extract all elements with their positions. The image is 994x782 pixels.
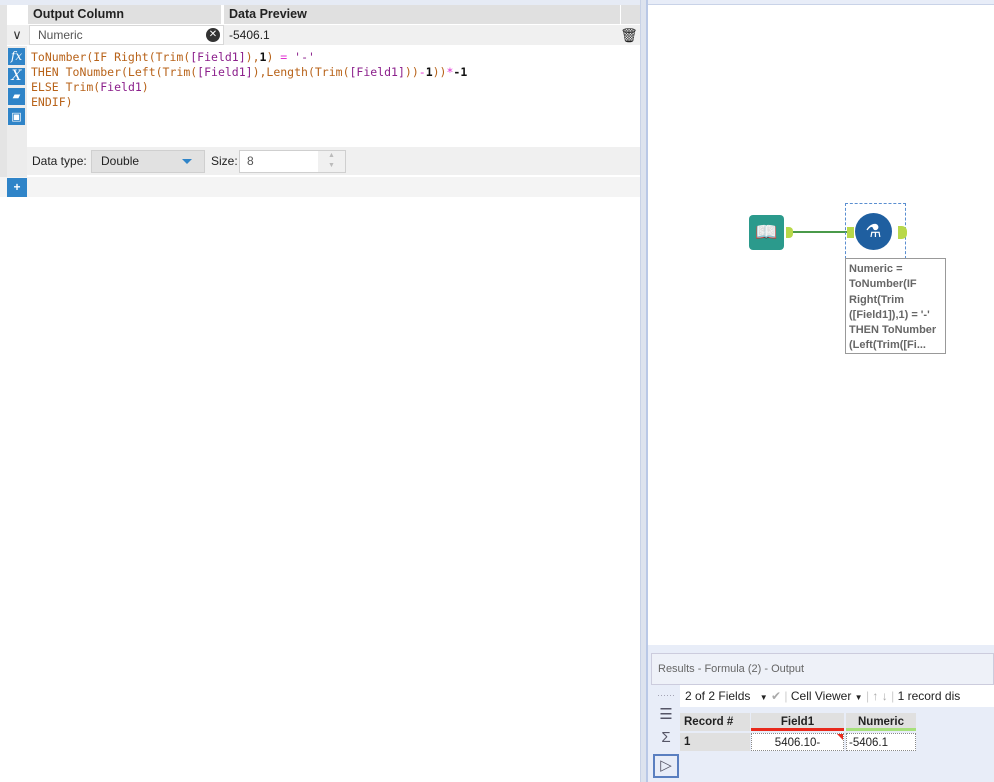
size-input[interactable]: 8 ▲ ▼ [239,150,346,173]
trash-icon[interactable]: 🗑 [620,25,638,45]
cell-viewer-button[interactable]: Cell Viewer [791,689,851,703]
formula-token: ),Length(Trim( [252,65,350,79]
input-anchor[interactable] [847,227,854,238]
chevron-down-icon[interactable]: ∨ [7,25,27,45]
column-header-field1[interactable]: Field1 [751,713,844,731]
formula-token: ELSE Trim( [31,80,101,94]
output-column-input[interactable]: Numeric [29,25,224,45]
connection-line [793,231,847,233]
column-header-numeric[interactable]: Numeric [846,713,916,731]
results-title: Results - Formula (2) - Output [651,653,994,685]
formula-config-panel: Output Column Data Preview ∨ Numeric ✕ -… [0,0,640,782]
formula-token: 1 [425,65,433,79]
formula-token: '-' [294,50,315,64]
clear-icon[interactable]: ✕ [206,28,220,42]
dropdown-icon[interactable]: ▼ [760,693,768,702]
drag-handle-icon[interactable]: ······ [653,691,679,700]
header-data-preview: Data Preview [224,5,620,24]
formula-token: )) [404,65,419,79]
canvas-top-bar [648,0,994,5]
formula-token: [Field1] [197,65,253,79]
formula-line: THEN ToNumber(Left(Trim([Field1]),Length… [31,65,467,80]
input-data-tool-icon[interactable]: 📖 [749,215,784,250]
data-preview-value: -5406.1 [229,28,270,42]
dropdown-icon[interactable]: ▼ [855,693,863,702]
formula-token: ) [141,80,149,94]
row-gutter [0,5,7,177]
formula-token: [Field1] [349,65,405,79]
save-icon[interactable]: ▣ [8,108,25,125]
formula-token: )) [432,65,447,79]
column-header-record: Record # [680,713,750,731]
formula-token: THEN ToNumber(Left(Trim( [31,65,198,79]
dropdown-arrow-icon [182,159,192,164]
formula-token: ENDIF) [31,95,73,109]
fx-icon[interactable]: fx [8,48,25,65]
size-label: Size: [211,154,238,168]
tool-annotation: Numeric = ToNumber(IF Right(Trim ([Field… [845,258,946,354]
variable-icon[interactable]: X [8,68,25,85]
formula-token: ) [266,50,281,64]
formula-token: ), [245,50,260,64]
table-cell-field1[interactable]: 5406.10- [751,733,844,751]
add-expression-button[interactable]: + [7,178,27,197]
formula-line: ENDIF) [31,95,467,110]
table-cell-numeric[interactable]: -5406.1 [846,733,916,751]
workflow-canvas[interactable]: 📖 ⚗ Numeric = ToNumber(IF Right(Trim ([F… [648,0,994,645]
formula-line: ToNumber(IF Right(Trim([Field1]),1) = '-… [31,50,467,65]
results-sidebar: ······ ☰ Σ ▷ [653,691,679,778]
checkmark-icon[interactable]: ✔ [771,689,781,703]
header-output-column: Output Column [28,5,221,24]
open-folder-icon[interactable]: ▰ [8,88,25,105]
formula-token: [Field1] [190,50,246,64]
results-panel: Results - Formula (2) - Output ······ ☰ … [648,645,994,782]
record-number: 1 [680,733,750,751]
record-info: 1 record dis [897,689,961,703]
data-type-select[interactable]: Double [91,150,205,173]
formula-line: ELSE Trim(Field1) [31,80,467,95]
arrow-down-icon[interactable]: ↓ [882,689,888,703]
error-flag-icon [837,734,843,740]
formula-token: = [280,50,295,64]
arrow-up-icon[interactable]: ↑ [872,689,878,703]
formula-tool-icon[interactable]: ⚗ [855,213,892,250]
formula-token: -1 [453,65,468,79]
panel-splitter[interactable] [640,0,648,782]
output-anchor[interactable] [898,226,907,239]
formula-token: - [418,65,426,79]
size-value: 8 [247,154,254,168]
formula-editor[interactable]: ToNumber(IF Right(Trim([Field1]),1) = '-… [31,50,467,110]
data-type-value: Double [101,154,140,168]
fields-selector[interactable]: 2 of 2 Fields [685,689,750,703]
add-row [0,177,640,197]
header-filler [621,5,640,24]
data-type-label: Data type: [32,154,87,168]
results-toolbar: 2 of 2 Fields ▼ ✔ | Cell Viewer ▼ | ↑ ↓ … [680,685,994,707]
formula-token: Field1 [100,80,142,94]
sigma-icon[interactable]: Σ [653,729,679,746]
size-stepper[interactable]: ▲ ▼ [318,151,345,172]
output-anchor[interactable] [786,227,793,238]
list-icon[interactable]: ☰ [653,705,679,723]
formula-token: ToNumber(IF Right(Trim( [31,50,191,64]
output-tag-icon[interactable]: ▷ [653,754,679,778]
